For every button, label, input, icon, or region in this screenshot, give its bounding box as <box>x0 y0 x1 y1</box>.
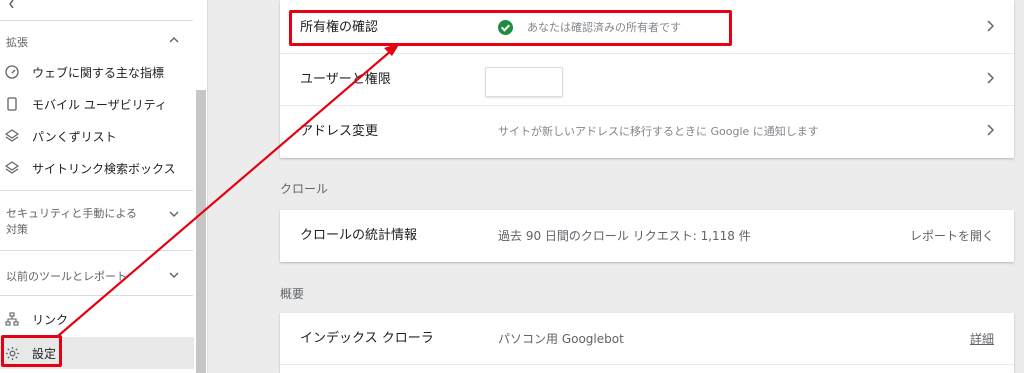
sidebar-item-label: パンくずリスト <box>32 129 117 144</box>
row-label: ユーザーと権限 <box>300 72 391 87</box>
sidebar-item-label: ウェブに関する主な指標 <box>32 65 165 80</box>
crawl-card: クロールの統計情報 過去 90 日間のクロール リクエスト: 1,118 件 レ… <box>280 210 1014 262</box>
layers-icon <box>4 160 20 176</box>
row-crawl-stats[interactable]: クロールの統計情報 過去 90 日間のクロール リクエスト: 1,118 件 レ… <box>280 210 1014 262</box>
chevron-right-icon[interactable] <box>986 54 995 106</box>
gauge-icon <box>4 64 20 80</box>
redacted-box <box>485 67 563 97</box>
sidebar-item-sitelinks-searchbox[interactable]: サイトリンク検索ボックス <box>0 152 194 184</box>
divider <box>0 250 193 251</box>
sidebar-item-links[interactable]: リンク <box>0 303 194 335</box>
section-title-crawl: クロール <box>280 182 329 196</box>
sidebar-item-label: サイトリンク検索ボックス <box>32 161 176 176</box>
phone-icon <box>4 96 20 112</box>
row-value: パソコン用 Googlebot <box>498 332 624 346</box>
sidebar-item-label: モバイル ユーザビリティ <box>32 97 167 112</box>
scrollbar[interactable] <box>196 90 206 373</box>
sitemap-icon <box>4 311 20 327</box>
divider <box>0 295 193 296</box>
row-label: クロールの統計情報 <box>300 228 418 243</box>
row-label: アドレス変更 <box>300 124 379 139</box>
row-users-permissions[interactable]: ユーザーと権限 <box>280 54 1014 106</box>
sidebar-item-breadcrumbs[interactable]: パンくずリスト <box>0 120 194 152</box>
row-label: インデックス クローラ <box>300 331 434 346</box>
sidebar-item-label: リンク <box>32 312 69 327</box>
annotation-box-ownership <box>289 10 732 46</box>
row-change-of-address[interactable]: アドレス変更 サイトが新しいアドレスに移行するときに Google に通知します <box>280 106 1014 158</box>
overview-card: インデックス クローラ パソコン用 Googlebot 詳細 <box>280 313 1014 373</box>
section-title-overview: 概要 <box>280 287 305 301</box>
open-report-link[interactable]: レポートを開く <box>910 210 994 262</box>
annotation-box-settings <box>1 335 62 367</box>
details-link[interactable]: 詳細 <box>970 313 994 365</box>
sidebar-item-mobile-usability[interactable]: モバイル ユーザビリティ <box>0 88 194 120</box>
chevron-right-icon[interactable] <box>986 106 995 158</box>
chevron-down-icon[interactable] <box>168 269 180 281</box>
layers-icon <box>4 128 20 144</box>
sidebar: 拡張 ウェブに関する主な指標 モバイル ユーザビリティ パンくずリスト サイトリ… <box>0 0 208 373</box>
row-indexing-crawler[interactable]: インデックス クローラ パソコン用 Googlebot 詳細 <box>280 313 1014 365</box>
section-enhancements: 拡張 <box>6 36 28 49</box>
chevron-up-icon[interactable] <box>168 34 180 46</box>
chevron-right-icon[interactable] <box>986 2 995 54</box>
chevron-left-icon[interactable] <box>6 0 20 9</box>
row-value: 過去 90 日間のクロール リクエスト: 1,118 件 <box>498 229 751 243</box>
section-legacy: 以前のツールとレポート <box>6 270 127 283</box>
divider <box>0 190 193 191</box>
sidebar-item-core-web-vitals[interactable]: ウェブに関する主な指標 <box>0 56 194 88</box>
chevron-down-icon[interactable] <box>168 208 180 220</box>
section-security: セキュリティと手動による 対策 <box>6 207 138 236</box>
row-value: サイトが新しいアドレスに移行するときに Google に通知します <box>498 125 819 138</box>
divider <box>0 20 193 21</box>
